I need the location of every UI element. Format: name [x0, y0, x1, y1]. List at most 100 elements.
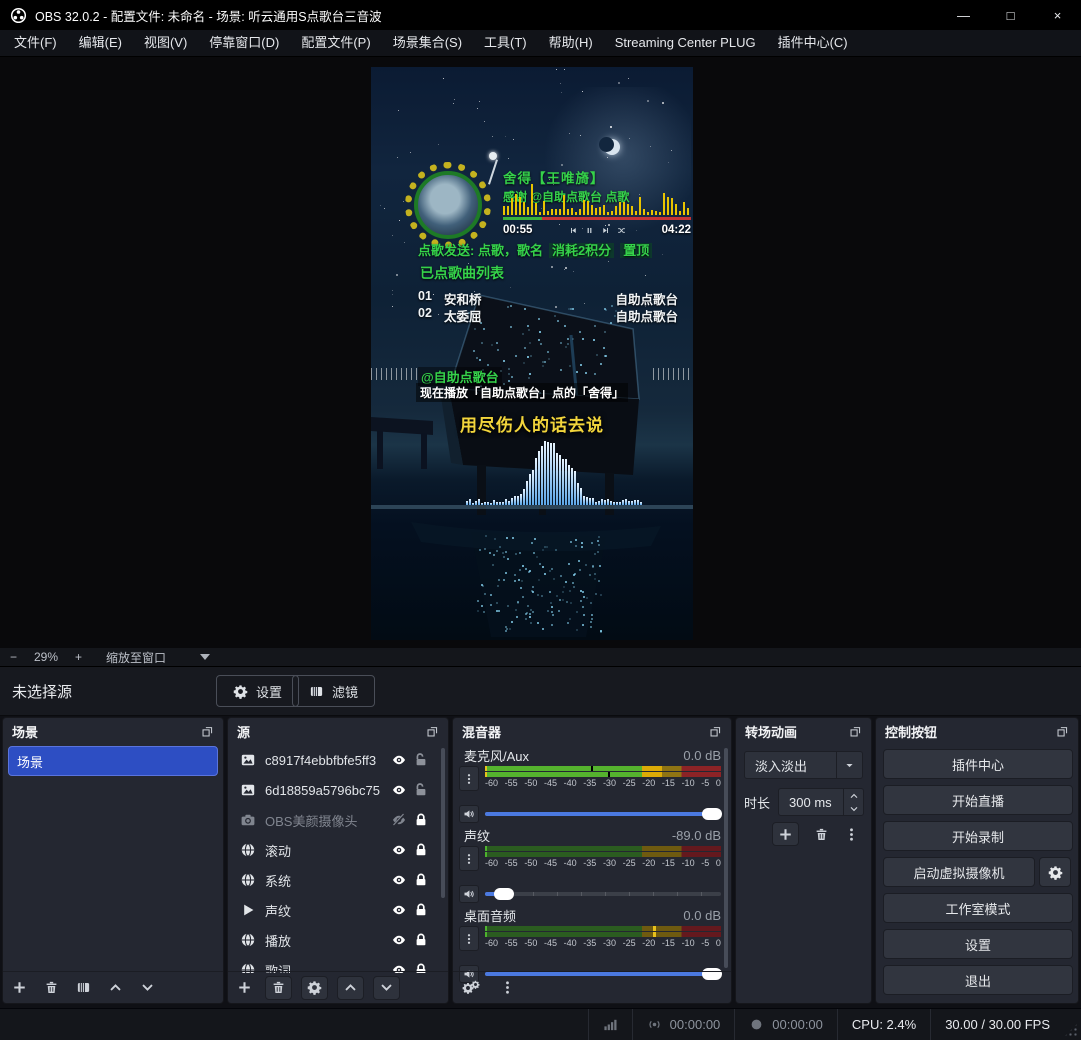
add-source-icon[interactable] [237, 980, 252, 995]
transition-menu-kebab-icon[interactable] [844, 827, 859, 842]
visibility-eye-icon[interactable] [388, 872, 410, 888]
zoom-fit-label[interactable]: 缩放至窗口 [106, 649, 166, 666]
zoom-in-button[interactable]: + [65, 650, 92, 664]
slider-handle[interactable] [494, 888, 514, 900]
camera-icon [240, 812, 256, 828]
start-streaming-button[interactable]: 开始直播 [883, 785, 1073, 815]
unlock-icon[interactable] [410, 752, 432, 768]
source-label: c8917f4ebbfbfe5ff3 [265, 753, 388, 768]
visibility-eye-icon[interactable] [388, 902, 410, 918]
add-scene-icon[interactable] [12, 980, 27, 995]
obs-logo-icon [10, 7, 27, 24]
studio-mode-button[interactable]: 工作室模式 [883, 893, 1073, 923]
menu-item[interactable]: 工具(T) [473, 30, 538, 56]
channel-menu-button[interactable] [459, 766, 479, 791]
lock-icon[interactable] [410, 902, 432, 918]
scenes-toolbar [3, 971, 223, 1003]
source-row[interactable]: 滚动 [228, 835, 448, 865]
menu-item[interactable]: 帮助(H) [538, 30, 604, 56]
volume-slider[interactable] [485, 806, 721, 822]
source-row[interactable]: 6d18859a5796bc75 [228, 775, 448, 805]
sources-scrollbar[interactable] [441, 748, 445, 898]
remove-transition-icon[interactable] [814, 827, 829, 842]
settings-button[interactable]: 设置 [883, 929, 1073, 959]
plugin-center-button[interactable]: 插件中心 [883, 749, 1073, 779]
exit-button[interactable]: 退出 [883, 965, 1073, 995]
source-filters-button[interactable]: 滤镜 [292, 675, 375, 707]
popout-icon[interactable] [201, 725, 214, 738]
visibility-eye-icon[interactable] [388, 782, 410, 798]
remove-source-button[interactable] [265, 976, 292, 1000]
popout-icon[interactable] [1056, 725, 1069, 738]
zoom-out-button[interactable]: − [0, 650, 27, 664]
zoom-dropdown-arrow[interactable] [200, 654, 210, 660]
menu-item[interactable]: 文件(F) [3, 30, 68, 56]
playlist-song: 太委屈 [444, 306, 482, 325]
duration-spinbox[interactable]: 300 ms [778, 788, 864, 816]
visibility-eye-icon[interactable] [388, 752, 410, 768]
source-row[interactable]: 播放 [228, 925, 448, 955]
move-scene-down-icon[interactable] [140, 980, 155, 995]
scene-item-selected[interactable]: 场景 [8, 746, 218, 776]
move-scene-up-icon[interactable] [108, 980, 123, 995]
close-button[interactable]: × [1034, 0, 1081, 30]
mixer-menu-kebab-icon[interactable] [500, 980, 515, 995]
mixer-scrollbar[interactable] [724, 748, 728, 968]
source-row[interactable]: c8917f4ebbfbfe5ff3 [228, 745, 448, 775]
visibility-eye-off-icon[interactable] [388, 812, 410, 828]
mute-speaker-button[interactable] [459, 805, 479, 823]
unlock-icon[interactable] [410, 782, 432, 798]
menu-item[interactable]: 场景集合(S) [382, 30, 473, 56]
status-bar: 00:00:00 00:00:00 CPU: 2.4% 30.00 / 30.0… [0, 1008, 1081, 1040]
lock-icon[interactable] [410, 812, 432, 828]
popout-icon[interactable] [709, 725, 722, 738]
lock-icon[interactable] [410, 872, 432, 888]
scene-filters-icon[interactable] [76, 980, 91, 995]
popout-icon[interactable] [426, 725, 439, 738]
source-properties-button[interactable]: 设置 [216, 675, 299, 707]
menu-item[interactable]: 编辑(E) [68, 30, 133, 56]
preview-zoom-bar: − 29% + 缩放至窗口 [0, 648, 1081, 667]
duration-decrease-button[interactable] [844, 802, 863, 815]
maximize-button[interactable]: □ [987, 0, 1034, 30]
slider-handle[interactable] [702, 808, 722, 820]
preview-area[interactable]: 舍得【王唯旖】 感谢 @自助点歌台 点歌 00:55 04:22 点歌发送: 点… [0, 57, 1081, 648]
advanced-audio-gears-icon[interactable] [462, 982, 480, 994]
source-row[interactable]: 系统 [228, 865, 448, 895]
add-transition-button[interactable] [772, 822, 799, 846]
transition-select[interactable]: 淡入淡出 [744, 751, 863, 779]
menu-item[interactable]: Streaming Center PLUG [604, 30, 767, 56]
channel-menu-button[interactable] [459, 846, 479, 871]
popout-icon[interactable] [849, 725, 862, 738]
stream-health-cell [588, 1009, 632, 1040]
remove-scene-icon[interactable] [44, 980, 59, 995]
mute-speaker-button[interactable] [459, 885, 479, 903]
source-properties-gear-button[interactable] [301, 976, 328, 1000]
start-recording-button[interactable]: 开始录制 [883, 821, 1073, 851]
virtual-camera-button[interactable]: 启动虚拟摄像机 [883, 857, 1035, 887]
resize-grip[interactable] [1064, 1023, 1078, 1037]
visibility-eye-icon[interactable] [388, 932, 410, 948]
source-row[interactable]: OBS美颜摄像头 [228, 805, 448, 835]
menu-item[interactable]: 视图(V) [133, 30, 198, 56]
menu-item[interactable]: 停靠窗口(D) [198, 30, 290, 56]
transitions-toolbar [736, 820, 871, 848]
channel-db: 0.0 dB [683, 748, 721, 763]
visibility-eye-icon[interactable] [388, 842, 410, 858]
source-row[interactable]: 声纹 [228, 895, 448, 925]
menu-item[interactable]: 插件中心(C) [767, 30, 859, 56]
transition-dropdown-arrow[interactable] [836, 752, 862, 778]
tonearm [489, 152, 497, 160]
source-label: 6d18859a5796bc75 [265, 783, 388, 798]
globe-icon [240, 842, 256, 858]
move-source-down-button[interactable] [373, 976, 400, 1000]
virtual-camera-config-button[interactable] [1039, 857, 1071, 887]
lock-icon[interactable] [410, 932, 432, 948]
lock-icon[interactable] [410, 842, 432, 858]
menu-item[interactable]: 配置文件(P) [290, 30, 381, 56]
duration-increase-button[interactable] [844, 789, 863, 802]
move-source-up-button[interactable] [337, 976, 364, 1000]
channel-menu-button[interactable] [459, 926, 479, 951]
volume-slider[interactable] [485, 886, 721, 902]
minimize-button[interactable]: — [940, 0, 987, 30]
